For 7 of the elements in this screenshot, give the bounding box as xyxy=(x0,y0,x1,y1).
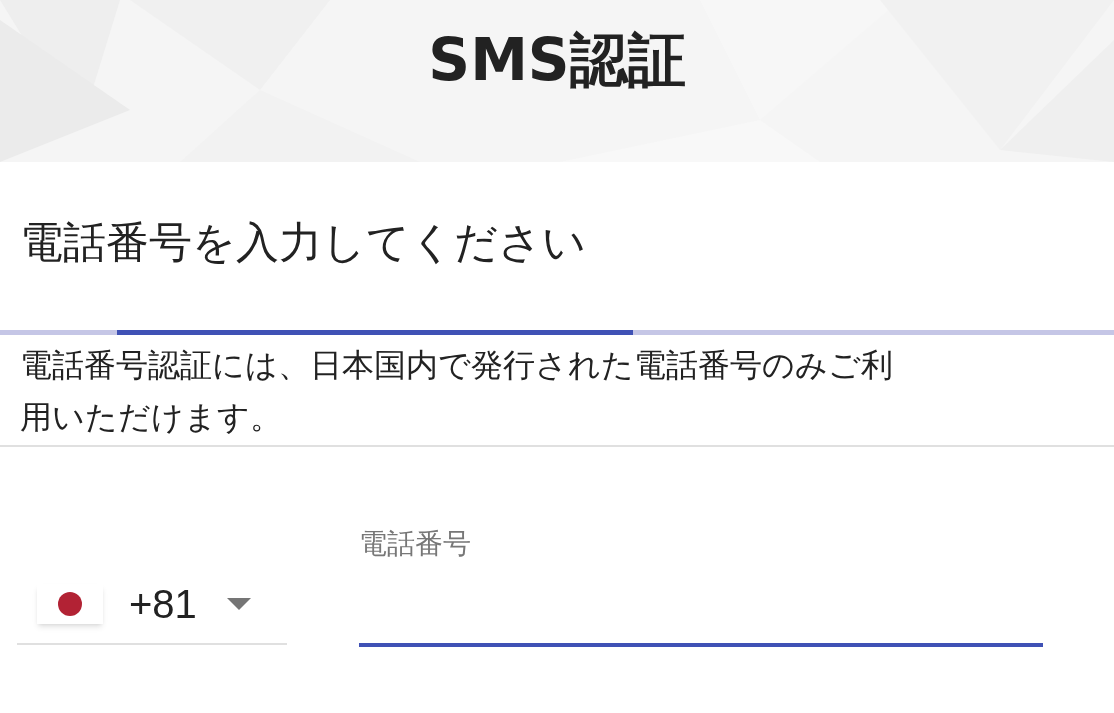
phone-input-field[interactable]: 電話番号 xyxy=(359,517,1043,647)
country-select[interactable]: +81 xyxy=(17,565,287,645)
japan-flag-icon xyxy=(37,584,103,624)
notice-text: 電話番号認証には、日本国内で発行された電話番号のみご利用いただけます。 xyxy=(20,345,894,438)
page-title: SMS認証 xyxy=(428,25,686,96)
section-heading: 電話番号を入力してください xyxy=(20,216,587,269)
caret-icon xyxy=(226,598,251,610)
